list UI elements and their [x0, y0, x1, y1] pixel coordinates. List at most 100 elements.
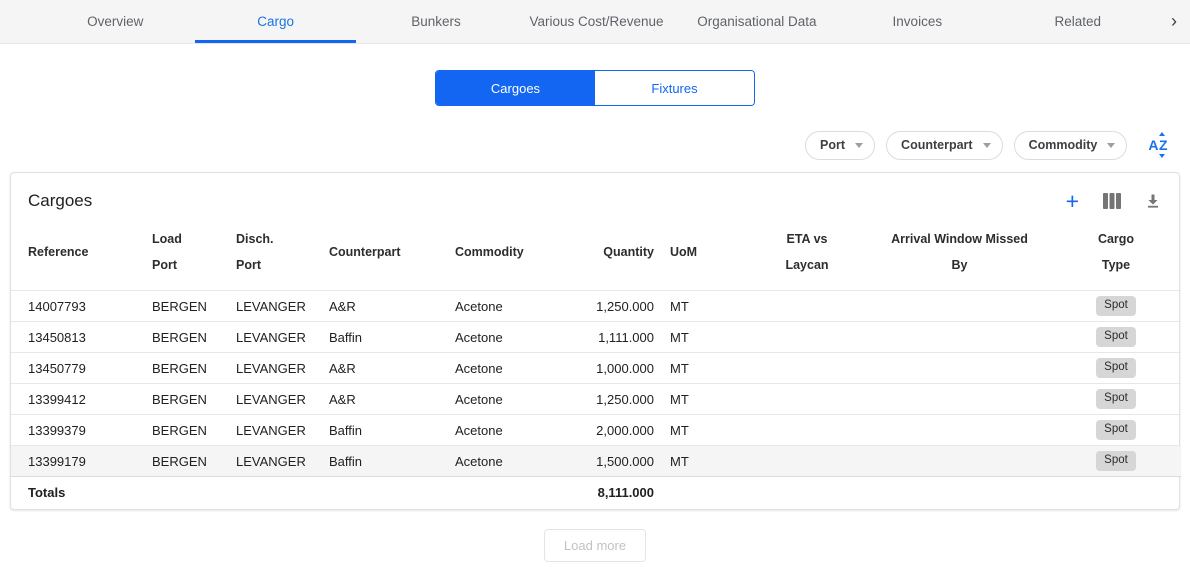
- tab-overview[interactable]: Overview: [35, 0, 195, 43]
- cell-counterpart: A&R: [321, 291, 447, 322]
- column-header-arrival-window-missed-by[interactable]: Arrival Window Missed By: [862, 218, 1057, 291]
- cell-arrival-window-missed-by: [862, 353, 1057, 384]
- cell-load-port: BERGEN: [144, 415, 228, 446]
- chevron-down-icon: [983, 143, 991, 148]
- cell-cargo-type: Spot: [1057, 322, 1181, 353]
- column-header-label: Commodity: [455, 239, 524, 265]
- cell-quantity: 1,500.000: [559, 446, 662, 477]
- column-header-label: Quantity: [603, 239, 654, 265]
- filter-chip-commodity[interactable]: Commodity: [1014, 131, 1128, 160]
- table-row[interactable]: 13399412BERGENLEVANGERA&RAcetone1,250.00…: [11, 384, 1181, 415]
- cell-load-port: BERGEN: [144, 384, 228, 415]
- cell-disch-port: LEVANGER: [228, 384, 321, 415]
- cell-load-port: BERGEN: [144, 353, 228, 384]
- cargo-type-badge: Spot: [1096, 358, 1136, 378]
- column-header-commodity[interactable]: Commodity: [447, 218, 559, 291]
- sort-alpha-icon[interactable]: AZ: [1146, 134, 1170, 156]
- column-header-label: Arrival Window Missed By: [891, 226, 1028, 278]
- cargoes-table: Reference Load Port Disch. PortCounterpart…: [11, 218, 1181, 509]
- totals-quantity: 8,111.000: [559, 477, 662, 509]
- cargo-type-badge: Spot: [1096, 451, 1136, 471]
- download-icon: [1145, 193, 1161, 209]
- table-row[interactable]: 14007793BERGENLEVANGERA&RAcetone1,250.00…: [11, 291, 1181, 322]
- tab-bunkers[interactable]: Bunkers: [356, 0, 516, 43]
- column-header-counterpart[interactable]: Counterpart: [321, 218, 447, 291]
- filter-chip-label: Commodity: [1029, 138, 1098, 152]
- cell-cargo-type: Spot: [1057, 353, 1181, 384]
- table-row[interactable]: 13399379BERGENLEVANGERBaffinAcetone2,000…: [11, 415, 1181, 446]
- table-row[interactable]: 13450779BERGENLEVANGERA&RAcetone1,000.00…: [11, 353, 1181, 384]
- view-toggle-group: CargoesFixtures: [435, 70, 755, 106]
- table-row[interactable]: 13399179BERGENLEVANGERBaffinAcetone1,500…: [11, 446, 1181, 477]
- view-toggle-cargoes[interactable]: Cargoes: [436, 71, 595, 105]
- card-header: Cargoes +: [11, 173, 1179, 218]
- cell-commodity: Acetone: [447, 446, 559, 477]
- tab-cargo[interactable]: Cargo: [195, 0, 355, 43]
- cell-arrival-window-missed-by: [862, 291, 1057, 322]
- column-header-label: Reference: [28, 239, 88, 265]
- nav-tabs: OverviewCargoBunkersVarious Cost/Revenue…: [35, 0, 1158, 43]
- cell-cargo-type: Spot: [1057, 384, 1181, 415]
- cell-disch-port: LEVANGER: [228, 415, 321, 446]
- cargo-type-badge: Spot: [1096, 389, 1136, 409]
- cargo-type-badge: Spot: [1096, 327, 1136, 347]
- cell-reference: 13399379: [11, 415, 144, 446]
- column-header-reference[interactable]: Reference: [11, 218, 144, 291]
- cell-reference: 13399412: [11, 384, 144, 415]
- cell-uom: MT: [662, 384, 752, 415]
- cell-counterpart: A&R: [321, 384, 447, 415]
- cargo-type-badge: Spot: [1096, 420, 1136, 440]
- chevron-down-icon: [1107, 143, 1115, 148]
- column-header-load-port[interactable]: Load Port: [144, 218, 228, 291]
- cell-arrival-window-missed-by: [862, 322, 1057, 353]
- cell-eta-vs-laycan: [752, 291, 862, 322]
- load-more-button[interactable]: Load more: [544, 529, 646, 562]
- cell-cargo-type: Spot: [1057, 446, 1181, 477]
- column-header-label: ETA vs Laycan: [785, 226, 828, 278]
- cell-commodity: Acetone: [447, 415, 559, 446]
- cell-arrival-window-missed-by: [862, 384, 1057, 415]
- cell-reference: 13450779: [11, 353, 144, 384]
- cell-counterpart: Baffin: [321, 415, 447, 446]
- tab-invoices[interactable]: Invoices: [837, 0, 997, 43]
- cell-load-port: BERGEN: [144, 322, 228, 353]
- cell-quantity: 1,250.000: [559, 291, 662, 322]
- cell-load-port: BERGEN: [144, 291, 228, 322]
- column-header-cargo-type[interactable]: Cargo Type: [1057, 218, 1181, 291]
- column-settings-button[interactable]: [1103, 190, 1121, 212]
- cell-uom: MT: [662, 446, 752, 477]
- table-row[interactable]: 13450813BERGENLEVANGERBaffinAcetone1,111…: [11, 322, 1181, 353]
- column-header-eta-vs-laycan[interactable]: ETA vs Laycan: [752, 218, 862, 291]
- cell-quantity: 1,111.000: [559, 322, 662, 353]
- cell-eta-vs-laycan: [752, 353, 862, 384]
- download-button[interactable]: [1145, 190, 1161, 212]
- column-header-uom[interactable]: UoM: [662, 218, 752, 291]
- cell-cargo-type: Spot: [1057, 415, 1181, 446]
- column-header-label: Load Port: [152, 226, 182, 278]
- tab-various-cost-revenue[interactable]: Various Cost/Revenue: [516, 0, 676, 43]
- add-cargo-button[interactable]: +: [1066, 190, 1079, 212]
- cell-disch-port: LEVANGER: [228, 446, 321, 477]
- chevron-down-icon: [855, 143, 863, 148]
- view-toggle-fixtures[interactable]: Fixtures: [595, 71, 754, 105]
- cell-commodity: Acetone: [447, 353, 559, 384]
- column-header-quantity[interactable]: Quantity: [559, 218, 662, 291]
- tab-related[interactable]: Related: [998, 0, 1158, 43]
- cell-uom: MT: [662, 291, 752, 322]
- totals-label: Totals: [11, 477, 559, 509]
- tab-organisational-data[interactable]: Organisational Data: [677, 0, 837, 43]
- column-header-disch-port[interactable]: Disch. Port: [228, 218, 321, 291]
- cell-commodity: Acetone: [447, 384, 559, 415]
- top-navigation-bar: OverviewCargoBunkersVarious Cost/Revenue…: [0, 0, 1190, 44]
- filter-chip-label: Counterpart: [901, 138, 973, 152]
- filter-chip-counterpart[interactable]: Counterpart: [886, 131, 1003, 160]
- cell-load-port: BERGEN: [144, 446, 228, 477]
- filter-chips: Port Counterpart Commodity: [805, 131, 1127, 160]
- cell-quantity: 1,250.000: [559, 384, 662, 415]
- filter-chip-port[interactable]: Port: [805, 131, 875, 160]
- cargoes-card: Cargoes +: [10, 172, 1180, 510]
- cell-reference: 14007793: [11, 291, 144, 322]
- load-more-wrap: Load more: [0, 529, 1190, 562]
- cell-arrival-window-missed-by: [862, 446, 1057, 477]
- nav-overflow-chevron-icon[interactable]: ›: [1158, 0, 1190, 43]
